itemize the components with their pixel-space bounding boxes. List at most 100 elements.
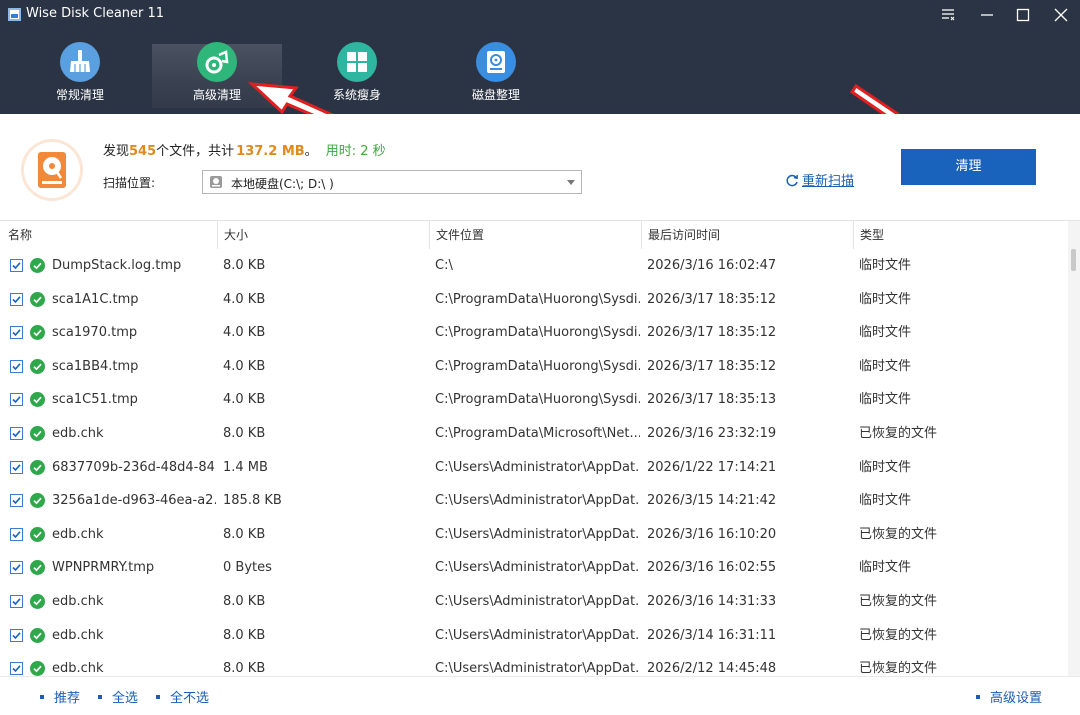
cell-location: C:\ — [435, 258, 453, 273]
cell-size: 8.0 KB — [223, 594, 266, 609]
clean-button[interactable]: 清理 — [901, 149, 1036, 185]
table-row[interactable]: sca1C51.tmp 4.0 KB C:\ProgramData\Huorong\… — [0, 383, 1068, 417]
table-row[interactable]: 3256a1de-d963-46ea-a2... 185.8 KB C:\Users… — [0, 484, 1068, 518]
table-row[interactable]: edb.chk 8.0 KB C:\Users\Administrator\AppD… — [0, 585, 1068, 619]
scan-location-dropdown[interactable]: 本地硬盘(C:\; D:\ ) — [202, 170, 582, 194]
bullet-icon — [98, 695, 102, 699]
table-header: 名称 大小 文件位置 最后访问时间 类型 — [0, 221, 1068, 249]
minimize-button[interactable] — [974, 3, 1000, 27]
cell-size: 8.0 KB — [223, 627, 266, 643]
column-header-type[interactable]: 类型 — [854, 221, 1068, 249]
column-header-name[interactable]: 名称 — [2, 221, 218, 249]
check-circle-icon — [30, 560, 45, 576]
cell-size: 185.8 KB — [223, 493, 282, 509]
cell-size: 4.0 KB — [223, 291, 266, 307]
menu-button[interactable] — [935, 3, 961, 27]
cell-name: DumpStack.log.tmp — [52, 258, 182, 273]
rescan-link[interactable]: 重新扫描 — [785, 170, 854, 189]
menu-icon — [942, 9, 955, 21]
row-checkbox[interactable] — [10, 259, 23, 272]
tab-system-slim[interactable]: 系统瘦身 — [292, 38, 422, 108]
table-row[interactable]: sca1970.tmp 4.0 KB C:\ProgramData\Huorong\… — [0, 316, 1068, 350]
close-icon — [1054, 8, 1068, 22]
cell-location: C:\Users\Administrator\AppDat... — [435, 526, 640, 542]
chevron-down-icon — [567, 180, 575, 185]
check-circle-icon — [30, 459, 45, 475]
table-row[interactable]: WPNPRMRY.tmp 0 Bytes C:\Users\Administrato… — [0, 551, 1068, 585]
cell-location: C:\ProgramData\Huorong\Sysdi... — [435, 325, 640, 341]
column-header-location[interactable]: 文件位置 — [430, 221, 642, 249]
cell-type: 已恢复的文件 — [859, 526, 938, 542]
table-row[interactable]: edb.chk 8.0 KB C:\Users\Administrator\AppD… — [0, 619, 1068, 653]
cell-name: edb.chk — [52, 426, 104, 441]
row-checkbox[interactable] — [10, 427, 23, 440]
row-checkbox[interactable] — [10, 359, 23, 373]
tab-regular-clean[interactable]: 常规清理 — [15, 38, 145, 108]
row-checkbox[interactable] — [10, 460, 23, 474]
cell-location: C:\Users\Administrator\AppDat... — [435, 560, 640, 576]
maximize-button[interactable] — [1010, 3, 1036, 27]
recommend-link[interactable]: 推荐 — [40, 687, 80, 706]
row-checkbox[interactable] — [10, 326, 23, 340]
table-row[interactable]: edb.chk 8.0 KB C:\Users\Administrator\AppD… — [0, 652, 1068, 677]
select-all-label: 全选 — [112, 691, 139, 706]
row-checkbox[interactable] — [10, 494, 23, 508]
row-checkbox[interactable] — [10, 595, 23, 608]
scan-location-label: 扫描位置: — [103, 176, 156, 190]
cell-name: edb.chk — [52, 526, 104, 542]
row-checkbox[interactable] — [10, 561, 23, 575]
cell-location: C:\Users\Administrator\AppDat... — [435, 459, 640, 475]
cell-location: C:\ProgramData\Microsoft\Net... — [435, 426, 640, 441]
cell-size: 4.0 KB — [223, 392, 266, 408]
cell-accessed: 2026/3/16 14:31:33 — [647, 594, 777, 609]
cell-accessed: 2026/3/16 23:32:19 — [647, 426, 777, 441]
check-circle-icon — [30, 526, 45, 542]
row-checkbox[interactable] — [10, 628, 23, 642]
check-circle-icon — [30, 493, 45, 509]
close-button[interactable] — [1048, 3, 1074, 27]
advanced-settings-label: 高级设置 — [990, 691, 1043, 706]
cell-type: 临时文件 — [859, 291, 912, 307]
table-row[interactable]: DumpStack.log.tmp 8.0 KB C:\ 2026/3/16 16:0… — [0, 249, 1068, 283]
select-all-link[interactable]: 全选 — [98, 687, 138, 706]
table-row[interactable]: edb.chk 8.0 KB C:\Users\Administrator\AppD… — [0, 518, 1068, 552]
table-row[interactable]: sca1BB4.tmp 4.0 KB C:\ProgramData\Huorong\… — [0, 350, 1068, 384]
table-body: DumpStack.log.tmp 8.0 KB C:\ 2026/3/16 16:0… — [0, 249, 1068, 677]
table-row[interactable]: 6837709b-236d-48d4-84... 1.4 MB C:\Users\A… — [0, 451, 1068, 485]
broom-icon — [60, 42, 100, 82]
bullet-icon — [976, 695, 980, 699]
row-checkbox[interactable] — [10, 662, 23, 676]
total-size: 137.2 MB — [236, 144, 305, 159]
app-window: Wise Disk Cleaner 11 常规清理 高级清理 系统瘦身 磁盘整理… — [0, 0, 1080, 715]
vertical-scrollbar[interactable] — [1068, 221, 1080, 677]
table-row[interactable]: sca1A1C.tmp 4.0 KB C:\ProgramData\Huorong\… — [0, 283, 1068, 317]
cell-type: 已恢复的文件 — [859, 594, 938, 609]
advanced-settings-link[interactable]: 高级设置 — [976, 687, 1042, 706]
cell-type: 临时文件 — [859, 459, 912, 475]
scrollbar-thumb[interactable] — [1071, 249, 1076, 271]
check-circle-icon — [30, 258, 45, 273]
select-none-link[interactable]: 全不选 — [156, 687, 209, 706]
table-row[interactable]: edb.chk 8.0 KB C:\ProgramData\Microsoft\Ne… — [0, 417, 1068, 451]
row-checkbox[interactable] — [10, 393, 23, 407]
column-header-size[interactable]: 大小 — [218, 221, 430, 249]
tab-advanced-clean[interactable]: 高级清理 — [152, 42, 282, 108]
cell-accessed: 2026/3/17 18:35:12 — [647, 358, 777, 374]
column-header-accessed[interactable]: 最后访问时间 — [642, 221, 854, 249]
refresh-icon — [786, 174, 799, 187]
cell-location: C:\ProgramData\Huorong\Sysdi... — [435, 392, 640, 408]
cell-location: C:\Users\Administrator\AppDat... — [435, 594, 640, 609]
cell-type: 临时文件 — [859, 258, 912, 273]
minimize-icon — [981, 14, 993, 16]
cell-name: sca1C51.tmp — [52, 392, 138, 408]
cell-size: 0 Bytes — [223, 560, 272, 576]
tab-disk-defrag[interactable]: 磁盘整理 — [431, 38, 561, 108]
cell-size: 4.0 KB — [223, 358, 266, 374]
cell-type: 临时文件 — [859, 325, 912, 341]
row-checkbox[interactable] — [10, 292, 23, 306]
cell-name: edb.chk — [52, 627, 104, 643]
cell-accessed: 2026/3/17 18:35:13 — [647, 392, 777, 408]
row-checkbox[interactable] — [10, 527, 23, 541]
bullet-icon — [40, 695, 44, 699]
tab-label: 常规清理 — [55, 88, 104, 102]
